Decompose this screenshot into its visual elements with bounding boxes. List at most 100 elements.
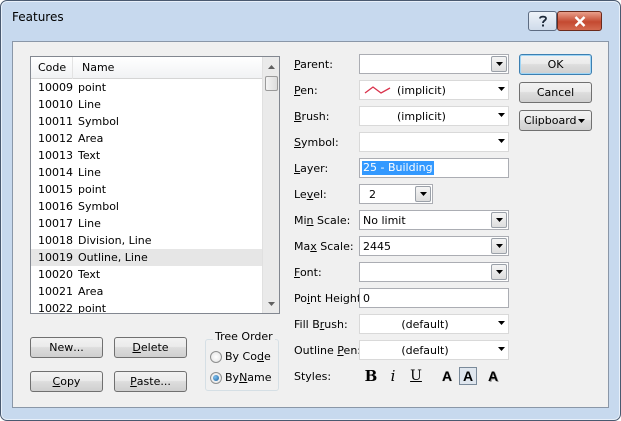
column-header-code[interactable]: Code (38, 61, 66, 74)
features-list[interactable]: Code Name 10009 point 10010 Line 10011 Symbol… (30, 56, 280, 314)
list-item[interactable]: 10014 Line (31, 164, 262, 181)
list-item-name: point (78, 81, 107, 94)
column-header-name[interactable]: Name (82, 61, 114, 74)
level-combo[interactable]: 2 (359, 184, 433, 204)
list-item[interactable]: 10016 Symbol (31, 198, 262, 215)
list-scrollbar[interactable] (262, 57, 279, 313)
list-item-code: 10016 (38, 200, 73, 213)
radio-by-name-label: By (225, 371, 240, 384)
point-height-input[interactable]: 0 (359, 288, 509, 308)
scroll-thumb[interactable] (265, 76, 278, 91)
level-dropdown-button[interactable] (415, 186, 431, 202)
pen-selector[interactable]: (implicit) (359, 80, 509, 100)
list-item[interactable]: 10022 point (31, 300, 262, 313)
help-button[interactable] (528, 11, 557, 31)
radio-by-name[interactable]: By Name (210, 371, 272, 384)
list-item-code: 10013 (38, 149, 73, 162)
features-dialog: Features Code Name 10009 point 10010 Line 10… (0, 0, 621, 421)
list-item-name: Symbol (78, 200, 119, 213)
min-scale-dropdown-button[interactable] (491, 212, 507, 228)
cancel-button[interactable]: Cancel (519, 82, 592, 103)
list-item-name: Symbol (78, 115, 119, 128)
font-combo[interactable] (359, 262, 509, 282)
list-item-name: Line (78, 98, 101, 111)
parent-dropdown-button[interactable] (491, 56, 507, 72)
title-bar: Features (1, 1, 620, 31)
italic-toggle[interactable]: i (384, 367, 402, 385)
outline-text-icon: A (441, 368, 453, 384)
paste-button[interactable]: Paste... (114, 371, 187, 392)
brush-selector[interactable]: (implicit) (359, 106, 509, 126)
list-item-name: Outline, Line (78, 251, 148, 264)
layer-input[interactable]: 25 - Building (359, 158, 509, 178)
list-item[interactable]: 10011 Symbol (31, 113, 262, 130)
chevron-down-icon (498, 113, 505, 117)
scroll-up-icon (268, 64, 275, 69)
list-header: Code Name (31, 57, 262, 79)
ok-button[interactable]: OK (519, 54, 592, 75)
min-scale-combo[interactable]: No limit (359, 210, 509, 230)
delete-button-label: elete (140, 341, 169, 354)
list-item[interactable]: 10013 Text (31, 147, 262, 164)
column-divider[interactable] (72, 57, 73, 79)
dialog-client-area: Code Name 10009 point 10010 Line 10011 Symbol… (12, 41, 609, 408)
paste-button-label: aste... (136, 375, 171, 388)
list-item-code: 10019 (38, 251, 73, 264)
list-item[interactable]: 10021 Area (31, 283, 262, 300)
list-item-code: 10021 (38, 285, 73, 298)
list-item-code: 10014 (38, 166, 73, 179)
font-dropdown-button[interactable] (491, 264, 507, 280)
list-item[interactable]: 10015 point (31, 181, 262, 198)
pen-swatch-icon (364, 86, 391, 94)
radio-by-code-accel: d (256, 350, 264, 363)
level-label: Level: (294, 188, 327, 201)
scroll-down-button[interactable] (263, 295, 279, 312)
list-item[interactable]: 10009 point (31, 79, 262, 96)
max-scale-dropdown-button[interactable] (491, 238, 507, 254)
max-scale-combo[interactable]: 2445 (359, 236, 509, 256)
close-button[interactable] (557, 11, 602, 31)
outline-pen-selector[interactable]: (default) (359, 340, 509, 360)
underline-toggle[interactable]: U (407, 367, 425, 385)
copy-button[interactable]: Copy (30, 371, 103, 392)
pen-value: (implicit) (397, 84, 446, 97)
chevron-down-icon (495, 62, 503, 66)
delete-button[interactable]: Delete (114, 337, 187, 358)
ok-button-label: OK (547, 58, 564, 71)
list-item-code: 10020 (38, 268, 73, 281)
question-icon (538, 15, 547, 27)
cancel-button-label: Cancel (536, 86, 575, 99)
symbol-selector[interactable] (359, 132, 509, 152)
list-item[interactable]: 10019 Outline, Line (31, 249, 262, 266)
list-item-code: 10010 (38, 98, 73, 111)
radio-by-code-indicator[interactable] (210, 350, 222, 363)
radio-by-name-indicator[interactable] (210, 371, 222, 384)
list-item[interactable]: 10012 Area (31, 130, 262, 147)
new-button[interactable]: New... (30, 337, 103, 358)
chevron-down-icon (578, 119, 585, 123)
italic-icon: i (390, 367, 396, 385)
bold-toggle[interactable]: B (362, 367, 380, 385)
boxed-text-toggle[interactable]: A (459, 367, 477, 385)
radio-by-code[interactable]: By Co d e (210, 350, 271, 363)
clipboard-button[interactable]: Clipboard (519, 110, 592, 131)
list-item[interactable]: 10010 Line (31, 96, 262, 113)
list-item-code: 10009 (38, 81, 73, 94)
fill-brush-selector[interactable]: (default) (359, 314, 509, 334)
outline-text-toggle[interactable]: A (438, 367, 456, 385)
chevron-down-icon (495, 270, 503, 274)
symbol-label: Symbol: (294, 136, 339, 149)
list-item[interactable]: 10020 Text (31, 266, 262, 283)
window-title: Features (12, 10, 64, 24)
layer-label: Layer: (294, 162, 329, 175)
close-icon (574, 15, 585, 27)
parent-label: Parent: (294, 58, 333, 71)
list-item-code: 10015 (38, 183, 73, 196)
list-item[interactable]: 10017 Line (31, 215, 262, 232)
list-item[interactable]: 10018 Division, Line (31, 232, 262, 249)
scroll-up-button[interactable] (263, 58, 279, 75)
list-item-code: 10017 (38, 217, 73, 230)
tree-order-title: Tree Order (213, 330, 275, 343)
parent-combo[interactable] (359, 54, 509, 74)
shadow-text-toggle[interactable]: A (484, 367, 502, 385)
